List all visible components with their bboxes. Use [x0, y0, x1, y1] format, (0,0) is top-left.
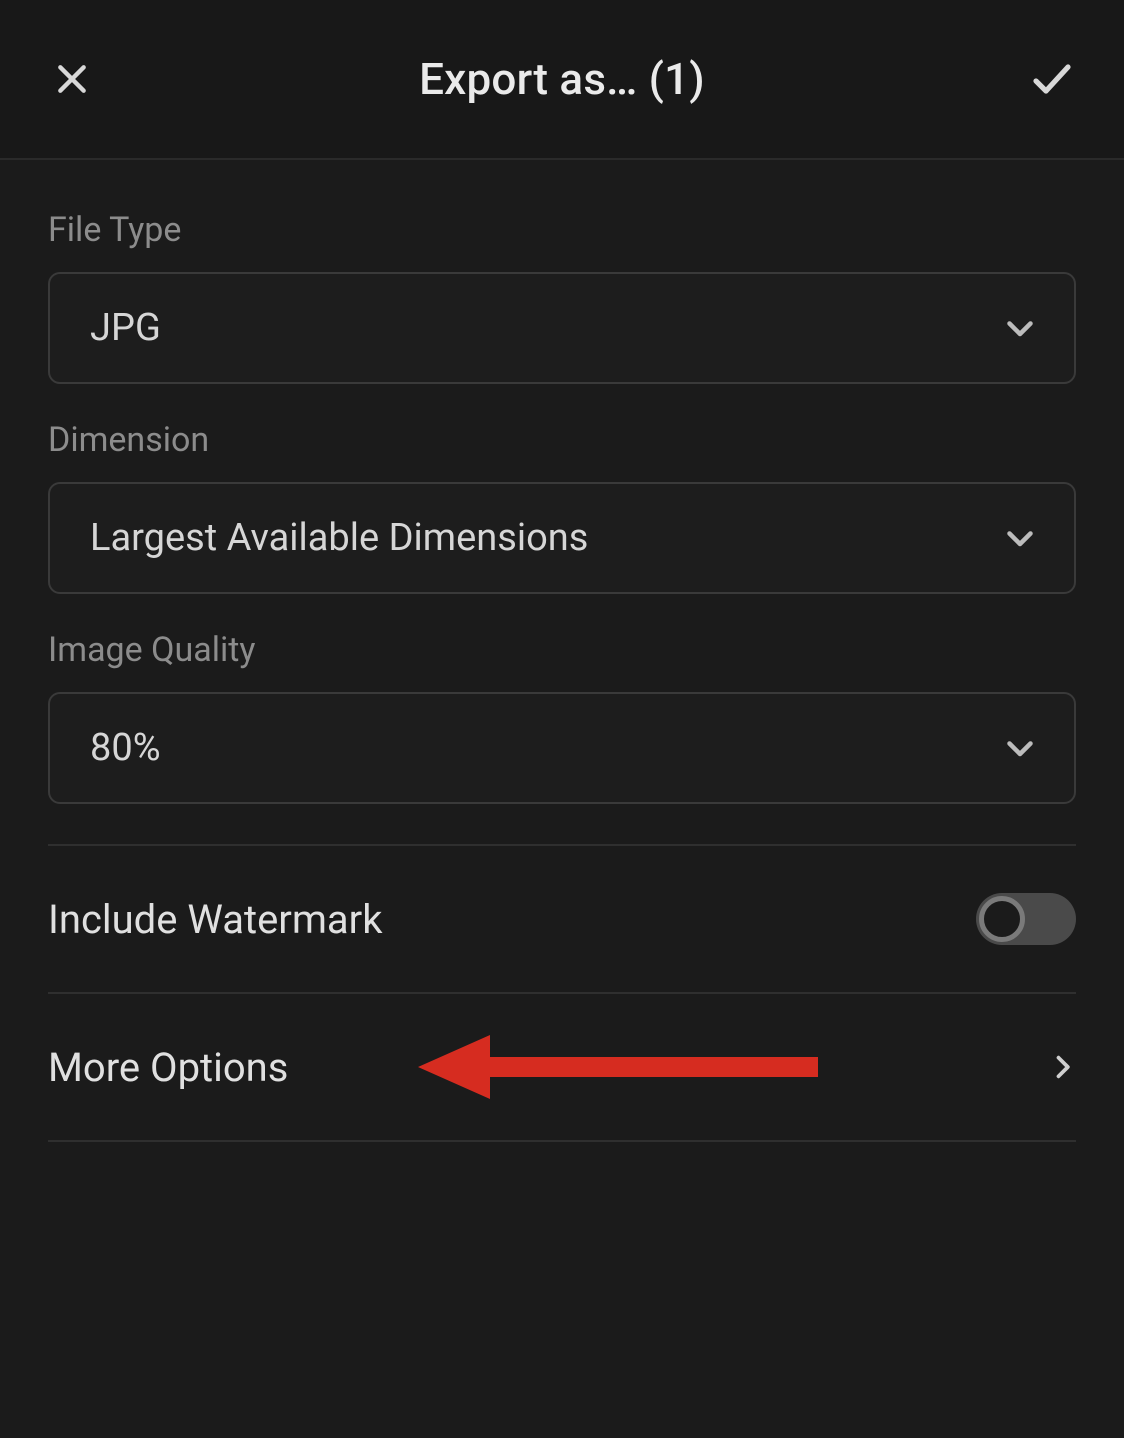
image-quality-label: Image Quality [48, 630, 1076, 670]
image-quality-dropdown[interactable]: 80% [48, 692, 1076, 804]
file-type-label: File Type [48, 210, 1076, 250]
image-quality-value: 80% [90, 726, 161, 770]
include-watermark-row: Include Watermark [48, 846, 1076, 994]
dimension-label: Dimension [48, 420, 1076, 460]
chevron-right-icon [1048, 1053, 1076, 1081]
annotation-arrow [418, 1025, 818, 1109]
dimension-value: Largest Available Dimensions [90, 516, 588, 560]
confirm-button[interactable] [1028, 55, 1076, 103]
dialog-content: File Type JPG Dimension Largest Availabl… [0, 160, 1124, 1142]
chevron-down-icon [1002, 520, 1038, 556]
dimension-dropdown[interactable]: Largest Available Dimensions [48, 482, 1076, 594]
dialog-title: Export as… (1) [419, 53, 705, 105]
include-watermark-label: Include Watermark [48, 896, 383, 943]
more-options-label: More Options [48, 1044, 288, 1091]
close-button[interactable] [48, 55, 96, 103]
checkmark-icon [1028, 55, 1076, 103]
dialog-header: Export as… (1) [0, 0, 1124, 160]
toggle-knob [979, 896, 1025, 942]
file-type-dropdown[interactable]: JPG [48, 272, 1076, 384]
close-icon [52, 59, 92, 99]
chevron-down-icon [1002, 310, 1038, 346]
file-type-value: JPG [90, 306, 161, 350]
include-watermark-toggle[interactable] [976, 893, 1076, 945]
chevron-down-icon [1002, 730, 1038, 766]
more-options-row[interactable]: More Options [48, 994, 1076, 1142]
